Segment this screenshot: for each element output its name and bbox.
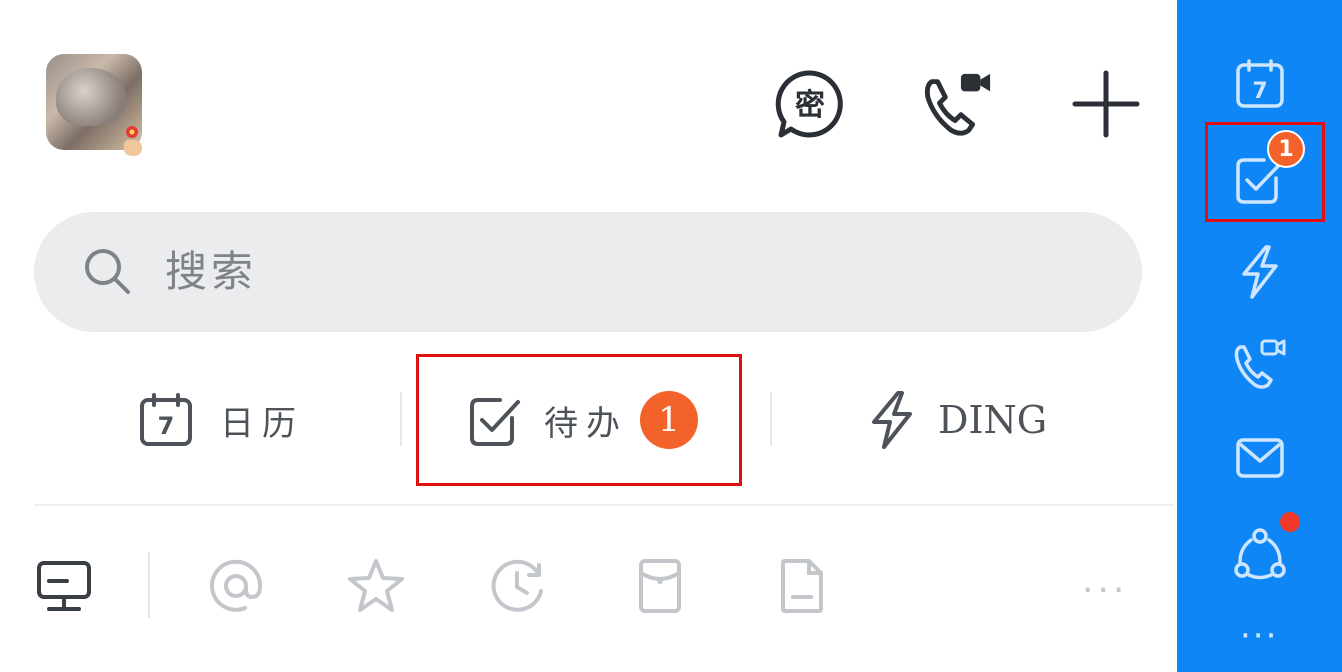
avatar-image [56, 68, 126, 126]
search-icon [85, 249, 130, 294]
tab-calendar[interactable]: 7 日历 [138, 380, 304, 460]
secret-chat-icon[interactable]: 密 [774, 68, 846, 140]
video-call-icon[interactable] [922, 68, 994, 140]
filter-separator [148, 552, 150, 618]
svg-text:7: 7 [158, 412, 175, 440]
red-packet-icon[interactable] [630, 556, 690, 616]
recent-clock-icon[interactable] [488, 556, 548, 616]
svg-text:7: 7 [1252, 79, 1267, 104]
rail-ding-lightning-icon[interactable] [1226, 238, 1294, 306]
rail-todo-highlight-box [1205, 122, 1325, 222]
star-icon[interactable] [346, 556, 406, 616]
main-panel: 密 搜索 7 日历 待办 1 DING ··· [0, 0, 1177, 672]
rail-more-button[interactable]: ··· [1240, 616, 1278, 656]
todo-highlight-box [416, 354, 742, 486]
rail-video-call-icon[interactable] [1226, 330, 1294, 398]
svg-text:密: 密 [795, 88, 825, 123]
tab-separator [770, 392, 772, 446]
ding-lightning-icon [872, 391, 912, 449]
plus-icon[interactable] [1070, 68, 1142, 140]
desktop-icon[interactable] [34, 556, 94, 616]
document-icon[interactable] [772, 556, 832, 616]
rail-mail-icon[interactable] [1226, 424, 1294, 492]
section-divider [34, 504, 1174, 506]
mention-icon[interactable] [206, 556, 266, 616]
tab-calendar-label: 日历 [220, 403, 304, 444]
rail-calendar-icon[interactable]: 7 [1226, 50, 1294, 118]
status-emoji-icon [124, 126, 142, 156]
calendar-icon: 7 [140, 393, 192, 446]
tab-separator [400, 392, 402, 446]
tab-ding[interactable]: DING [868, 380, 1047, 460]
tab-ding-label: DING [938, 398, 1048, 442]
more-filters-button[interactable]: ··· [1082, 570, 1128, 611]
rail-network-notification-dot [1280, 512, 1300, 532]
search-placeholder: 搜索 [165, 247, 258, 296]
